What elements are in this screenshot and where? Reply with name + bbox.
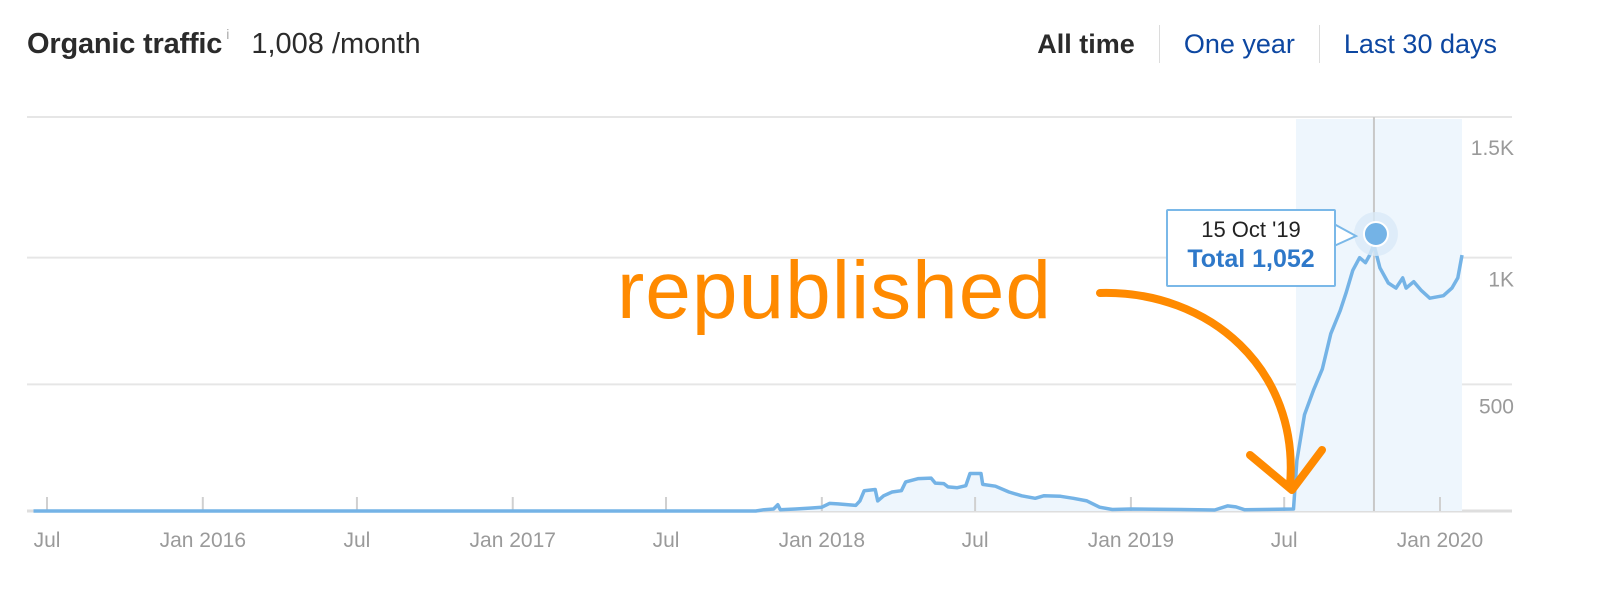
tooltip-total: Total 1,052 bbox=[1187, 245, 1315, 273]
x-tick-label: Jul bbox=[34, 529, 61, 552]
x-tick-label: Jan 2018 bbox=[779, 529, 865, 552]
x-tick-label: Jul bbox=[344, 529, 371, 552]
y-tick-label: 1K bbox=[1488, 269, 1514, 292]
x-axis-labels: Jul Jan 2016 Jul Jan 2017 Jul Jan 2018 Jul Jan … bbox=[34, 529, 1484, 552]
x-tick-label: Jul bbox=[962, 529, 989, 552]
x-tick-label: Jan 2020 bbox=[1397, 529, 1483, 552]
y-tick-label: 500 bbox=[1479, 395, 1514, 418]
x-tick-label: Jan 2016 bbox=[160, 529, 246, 552]
x-tick-label: Jan 2017 bbox=[470, 529, 556, 552]
tooltip-date: 15 Oct '19 bbox=[1201, 217, 1301, 242]
x-tick-label: Jul bbox=[1271, 529, 1298, 552]
arrow-curve bbox=[1096, 288, 1295, 489]
chart-tooltip: 15 Oct '19 Total 1,052 bbox=[1166, 209, 1336, 287]
annotation-republished: republished bbox=[617, 245, 1052, 336]
x-tick-label: Jan 2019 bbox=[1088, 529, 1174, 552]
annotation-arrow bbox=[1096, 288, 1326, 494]
highlight-point bbox=[1362, 221, 1389, 247]
y-tick-label: 1.5K bbox=[1471, 137, 1514, 160]
x-tick-label: Jul bbox=[653, 529, 680, 552]
y-axis-labels: 500 1K 1.5K bbox=[1471, 137, 1514, 418]
